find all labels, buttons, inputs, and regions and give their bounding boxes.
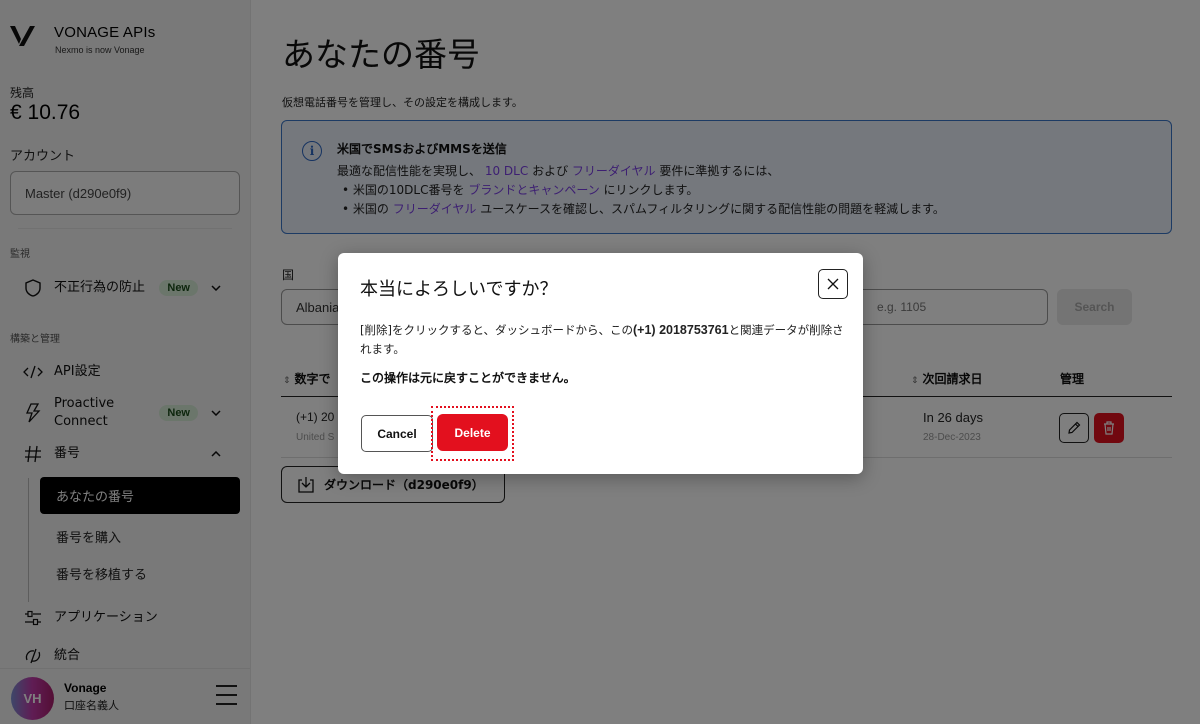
close-icon bbox=[827, 278, 839, 290]
dialog-warning: この操作は元に戻すことができません。 bbox=[360, 371, 576, 385]
dialog-text: [削除]をクリックすると、ダッシュボードから、この bbox=[360, 323, 634, 337]
confirm-delete-dialog: 本当によろしいですか？ [削除]をクリックすると、ダッシュボードから、この(+1… bbox=[338, 253, 863, 474]
delete-button[interactable]: Delete bbox=[437, 414, 508, 451]
cancel-button[interactable]: Cancel bbox=[361, 415, 433, 452]
dialog-message: [削除]をクリックすると、ダッシュボードから、この(+1) 2018753761… bbox=[360, 321, 845, 359]
dialog-title: 本当によろしいですか？ bbox=[360, 279, 558, 300]
phone-number: (+1) 2018753761 bbox=[633, 323, 729, 337]
close-button[interactable] bbox=[818, 269, 848, 299]
